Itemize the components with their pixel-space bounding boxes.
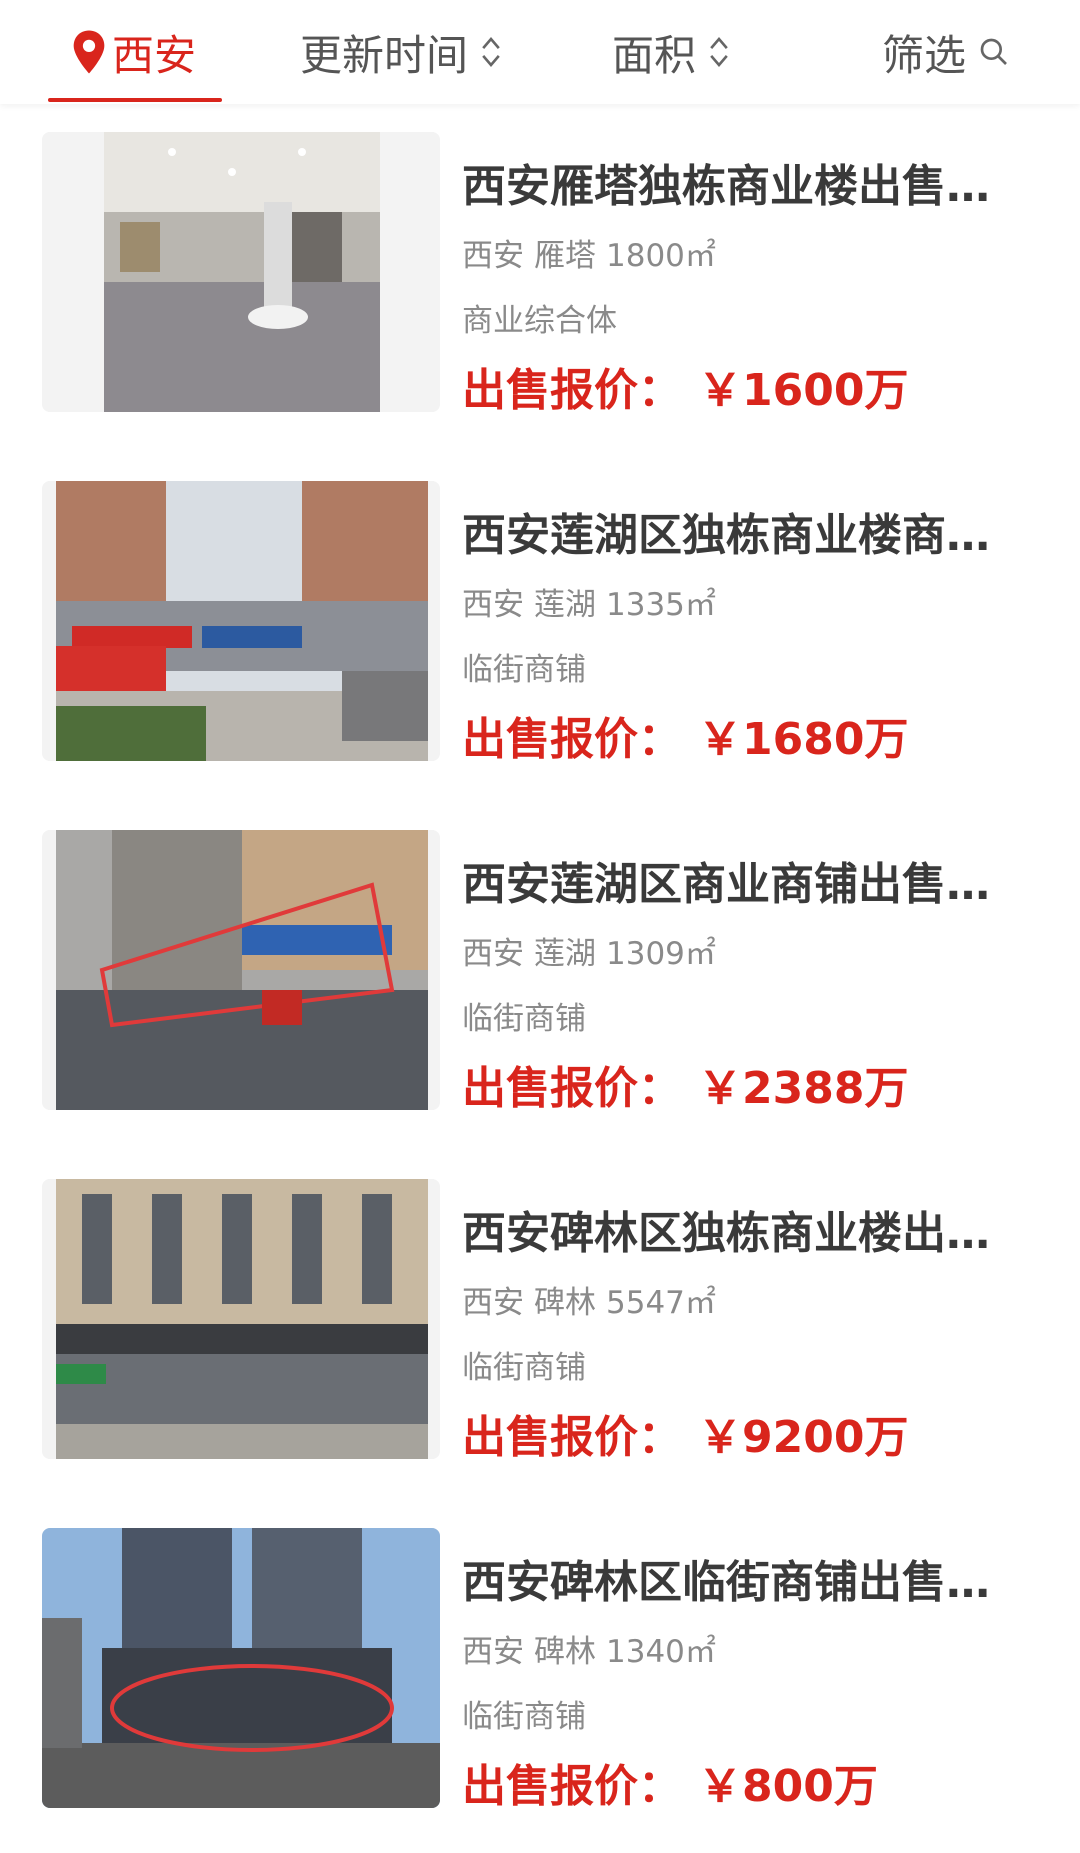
sort-area[interactable]: 面积 bbox=[612, 0, 732, 104]
listing-price: 出售报价： ￥2388万 bbox=[462, 1052, 908, 1116]
listing-district: 雁塔 bbox=[534, 238, 596, 274]
listing-type: 临街商铺 bbox=[462, 652, 586, 688]
listing-price: 出售报价： ￥800万 bbox=[462, 1750, 878, 1814]
price-label: 出售报价： bbox=[462, 1063, 682, 1114]
listing-item[interactable]: 西安碑林区独栋商业楼出… 西安 碑林 5547㎡ 临街商铺 出售报价： ￥9200万 bbox=[0, 1179, 1080, 1469]
listing-photo bbox=[42, 132, 440, 412]
sort-update-time[interactable]: 更新时间 bbox=[300, 0, 504, 104]
listing-photo bbox=[42, 481, 440, 761]
location-pin-icon bbox=[73, 30, 105, 74]
price-label: 出售报价： bbox=[462, 365, 682, 416]
listing-city: 西安 bbox=[462, 1634, 524, 1670]
listing-city: 西安 bbox=[462, 1285, 524, 1321]
listing-type: 临街商铺 bbox=[462, 1001, 586, 1037]
listing-meta: 西安 碑林 1340㎡ bbox=[462, 1626, 726, 1671]
listing-title: 西安莲湖区独栋商业楼商… bbox=[462, 510, 990, 561]
listing-item[interactable]: 西安碑林区临街商铺出售… 西安 碑林 1340㎡ 临街商铺 出售报价： ￥800万 bbox=[0, 1528, 1080, 1818]
listing-title: 西安碑林区临街商铺出售… bbox=[462, 1557, 990, 1608]
price-label: 出售报价： bbox=[462, 1412, 682, 1463]
search-icon bbox=[980, 38, 1007, 65]
listing-price: 出售报价： ￥1680万 bbox=[462, 703, 908, 767]
price-value: ￥1680万 bbox=[698, 714, 909, 765]
location-selector[interactable]: 西安 bbox=[70, 0, 196, 104]
price-value: ￥800万 bbox=[698, 1761, 878, 1812]
sort-area-label: 面积 bbox=[612, 30, 697, 80]
listing-meta: 西安 雁塔 1800㎡ bbox=[462, 230, 726, 275]
listing-area: 1309㎡ bbox=[606, 936, 716, 972]
listing-area: 1800㎡ bbox=[606, 238, 716, 274]
listing-photo bbox=[42, 1528, 440, 1808]
listing-price: 出售报价： ￥9200万 bbox=[462, 1401, 908, 1465]
listing-type: 商业综合体 bbox=[462, 303, 617, 339]
filter-bar: 西安 更新时间 面积 筛选 bbox=[0, 0, 1080, 104]
listing-area: 5547㎡ bbox=[606, 1285, 716, 1321]
listing-district: 碑林 bbox=[534, 1634, 596, 1670]
listing-area: 1340㎡ bbox=[606, 1634, 716, 1670]
listing-photo bbox=[42, 1179, 440, 1459]
price-label: 出售报价： bbox=[462, 1761, 682, 1812]
listing-title: 西安莲湖区商业商铺出售… bbox=[462, 859, 990, 910]
listing-type: 临街商铺 bbox=[462, 1350, 586, 1386]
listing-type: 临街商铺 bbox=[462, 1699, 586, 1735]
listing-title: 西安碑林区独栋商业楼出… bbox=[462, 1208, 990, 1259]
sort-update-time-label: 更新时间 bbox=[300, 30, 469, 80]
price-value: ￥1600万 bbox=[698, 365, 909, 416]
listing-title: 西安雁塔独栋商业楼出售… bbox=[462, 161, 990, 212]
sort-arrows-icon bbox=[710, 37, 728, 67]
listing-city: 西安 bbox=[462, 936, 524, 972]
filter-label: 筛选 bbox=[882, 30, 967, 80]
listing-item[interactable]: 西安莲湖区独栋商业楼商… 西安 莲湖 1335㎡ 临街商铺 出售报价： ￥1680万 bbox=[0, 481, 1080, 771]
price-label: 出售报价： bbox=[462, 714, 682, 765]
filter-button[interactable]: 筛选 bbox=[882, 0, 1010, 104]
listing-meta: 西安 碑林 5547㎡ bbox=[462, 1277, 726, 1322]
listing-area: 1335㎡ bbox=[606, 587, 716, 623]
location-label: 西安 bbox=[112, 30, 197, 80]
active-tab-indicator bbox=[48, 98, 222, 102]
price-value: ￥2388万 bbox=[698, 1063, 909, 1114]
listing-meta: 西安 莲湖 1309㎡ bbox=[462, 928, 726, 973]
listing-district: 莲湖 bbox=[534, 936, 596, 972]
listing-meta: 西安 莲湖 1335㎡ bbox=[462, 579, 726, 624]
listing-district: 碑林 bbox=[534, 1285, 596, 1321]
listing-item[interactable]: 西安莲湖区商业商铺出售… 西安 莲湖 1309㎡ 临街商铺 出售报价： ￥2388万 bbox=[0, 830, 1080, 1120]
sort-arrows-icon bbox=[482, 37, 500, 67]
listing-photo bbox=[42, 830, 440, 1110]
listing-item[interactable]: 西安雁塔独栋商业楼出售… 西安 雁塔 1800㎡ 商业综合体 出售报价： ￥1600万 bbox=[0, 132, 1080, 422]
listing-district: 莲湖 bbox=[534, 587, 596, 623]
listing-city: 西安 bbox=[462, 238, 524, 274]
listing-city: 西安 bbox=[462, 587, 524, 623]
listing-price: 出售报价： ￥1600万 bbox=[462, 354, 908, 418]
price-value: ￥9200万 bbox=[698, 1412, 909, 1463]
